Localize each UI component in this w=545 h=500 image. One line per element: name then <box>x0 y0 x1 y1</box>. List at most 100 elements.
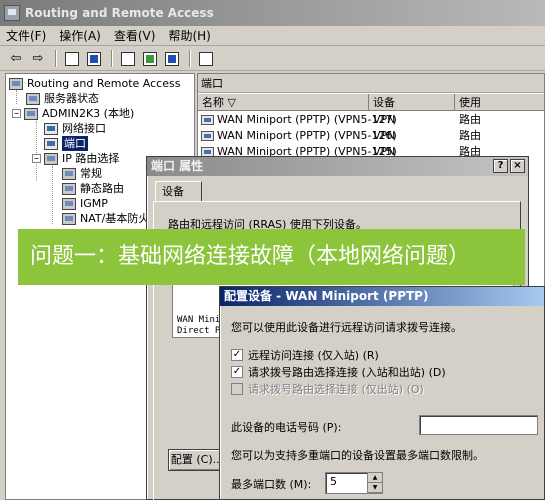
menu-action[interactable]: 操作(A) <box>59 27 101 44</box>
back-arrow-icon[interactable]: ⇦ <box>6 49 26 68</box>
nat-firewall-icon <box>62 212 76 225</box>
tab-devices[interactable]: 设备 <box>155 181 202 202</box>
tree-item-ports[interactable]: 端口 <box>44 136 88 151</box>
up-folder-button[interactable] <box>62 49 82 68</box>
column-header-device[interactable]: 设备 <box>369 94 455 111</box>
port-limit-description: 您可以为支持多重端口的设备设置最多端口数限制。 <box>231 449 484 462</box>
phone-number-input[interactable] <box>419 415 538 435</box>
main-window: Routing and Remote Access 文件(F) 操作(A) 查看… <box>0 0 545 500</box>
column-header-use[interactable]: 使用 <box>455 94 544 111</box>
help-icon <box>199 51 213 66</box>
refresh-icon <box>143 51 157 66</box>
dialog-title: 配置设备 - WAN Miniport (PPTP) <box>224 289 429 303</box>
max-ports-value: 5 <box>330 475 337 488</box>
port-use: 路由 <box>459 113 481 126</box>
tree-item-label: 端口 <box>62 136 88 151</box>
properties-button[interactable] <box>118 49 138 68</box>
static-routes-icon <box>62 182 76 195</box>
ip-routing-icon <box>44 152 58 165</box>
help-button[interactable] <box>196 49 216 68</box>
demand-dial-checkbox-row[interactable]: ✓ 请求拨号路由选择连接 (入站和出站) (D) <box>231 364 446 380</box>
port-device: VPN <box>373 129 396 142</box>
toolbar-separator <box>55 50 57 67</box>
max-ports-spinner[interactable]: ▲ ▼ <box>367 473 382 493</box>
phone-number-label: 此设备的电话号码 (P): <box>231 421 342 434</box>
table-row[interactable]: WAN Miniport (PPTP) (VPN5-127) VPN 路由 <box>198 112 544 128</box>
tree-item-label: IGMP <box>80 197 108 210</box>
max-ports-input[interactable]: 5 ▲ ▼ <box>325 472 383 494</box>
tree-item-label: 服务器状态 <box>44 92 99 105</box>
tree-item-ip-routing[interactable]: − IP 路由选择 <box>32 151 119 166</box>
tree-line <box>52 166 53 224</box>
ports-icon <box>44 137 58 150</box>
table-row[interactable]: WAN Miniport (PPTP) (VPN5-126) VPN 路由 <box>198 128 544 144</box>
show-tree-button[interactable] <box>84 49 104 68</box>
tree-item-general[interactable]: 常规 <box>62 166 102 181</box>
dialog-intro: 您可以使用此设备进行远程访问请求拨号连接。 <box>231 321 462 334</box>
outbound-only-label: 请求拨号路由选择连接 (仅出站) (O) <box>248 383 424 396</box>
dialog-title-bar: 配置设备 - WAN Miniport (PPTP) <box>220 287 544 306</box>
rras-app-icon <box>4 5 20 21</box>
collapse-minus-icon[interactable]: − <box>12 109 21 118</box>
title-bar: Routing and Remote Access <box>0 0 545 26</box>
remote-access-label: 远程访问连接 (仅入站) (R) <box>248 349 379 362</box>
port-use: 路由 <box>459 129 481 142</box>
remote-access-checkbox-row[interactable]: ✓ 远程访问连接 (仅入站) (R) <box>231 347 379 363</box>
tree-item-network-interfaces[interactable]: 网络接口 <box>44 121 106 136</box>
port-icon <box>201 115 214 125</box>
port-device: VPN <box>373 113 396 126</box>
tree-item-label: IP 路由选择 <box>62 152 120 165</box>
port-name: WAN Miniport (PPTP) (VPN5-126) <box>217 129 397 142</box>
server-icon <box>24 107 38 120</box>
checkmark-icon[interactable]: ✓ <box>231 366 243 378</box>
tree-item-label: 网络接口 <box>62 122 106 135</box>
pane-title: 端口 <box>198 74 544 93</box>
checkmark-icon[interactable]: ✓ <box>231 349 243 361</box>
tree-item-label: ADMIN2K3 (本地) <box>42 107 135 120</box>
tree-item-label: 常规 <box>80 167 102 180</box>
tree-item-root[interactable]: Routing and Remote Access <box>9 76 180 91</box>
tree-item-igmp[interactable]: IGMP <box>62 196 108 211</box>
checkbox-disabled-icon <box>231 383 243 395</box>
properties-icon <box>121 51 135 66</box>
igmp-icon <box>62 197 76 210</box>
max-ports-label: 最多端口数 (M): <box>231 478 312 491</box>
spin-up-icon[interactable]: ▲ <box>368 473 382 483</box>
export-list-button[interactable] <box>162 49 182 68</box>
configure-button[interactable]: 配置 (C)... <box>168 449 226 471</box>
forward-arrow-icon[interactable]: ⇨ <box>28 49 48 68</box>
demand-dial-label: 请求拨号路由选择连接 (入站和出站) (D) <box>248 366 446 379</box>
help-question-icon[interactable]: ? <box>493 159 508 173</box>
refresh-button[interactable] <box>140 49 160 68</box>
caption-banner: 问题一：基础网络连接故障（本地网络问题） <box>18 229 525 285</box>
port-name: WAN Miniport (PPTP) (VPN5-127) <box>217 113 397 126</box>
collapse-minus-icon[interactable]: − <box>32 154 41 163</box>
port-icon <box>201 131 214 141</box>
toolbar: ⇦ ⇨ <box>0 47 545 71</box>
dialog-title: 端口 属性 <box>151 159 204 173</box>
outbound-only-checkbox-row: 请求拨号路由选择连接 (仅出站) (O) <box>231 381 424 397</box>
tree-item-label: 静态路由 <box>80 182 124 195</box>
configure-device-dialog: 配置设备 - WAN Miniport (PPTP) 您可以使用此设备进行远程访… <box>219 286 545 500</box>
server-status-icon <box>26 92 40 105</box>
menu-file[interactable]: 文件(F) <box>6 27 46 44</box>
window-title: Routing and Remote Access <box>25 6 214 20</box>
toolbar-separator <box>189 50 191 67</box>
menu-view[interactable]: 查看(V) <box>114 27 156 44</box>
tree-item-server[interactable]: − ADMIN2K3 (本地) <box>12 106 134 121</box>
close-icon[interactable]: × <box>510 159 525 173</box>
menu-help[interactable]: 帮助(H) <box>168 27 210 44</box>
column-header-name[interactable]: 名称 ▽ <box>198 94 369 111</box>
up-folder-icon <box>65 51 79 66</box>
show-tree-icon <box>87 51 101 66</box>
tree-item-static-routes[interactable]: 静态路由 <box>62 181 124 196</box>
network-interfaces-icon <box>44 122 58 135</box>
tree-item-label: Routing and Remote Access <box>27 77 181 90</box>
rras-root-icon <box>9 77 23 90</box>
tree-item-server-status[interactable]: 服务器状态 <box>26 91 99 106</box>
toolbar-separator <box>111 50 113 67</box>
spin-down-icon[interactable]: ▼ <box>368 483 382 493</box>
general-icon <box>62 167 76 180</box>
menu-bar: 文件(F) 操作(A) 查看(V) 帮助(H) <box>0 26 545 46</box>
tree-line <box>16 90 17 104</box>
